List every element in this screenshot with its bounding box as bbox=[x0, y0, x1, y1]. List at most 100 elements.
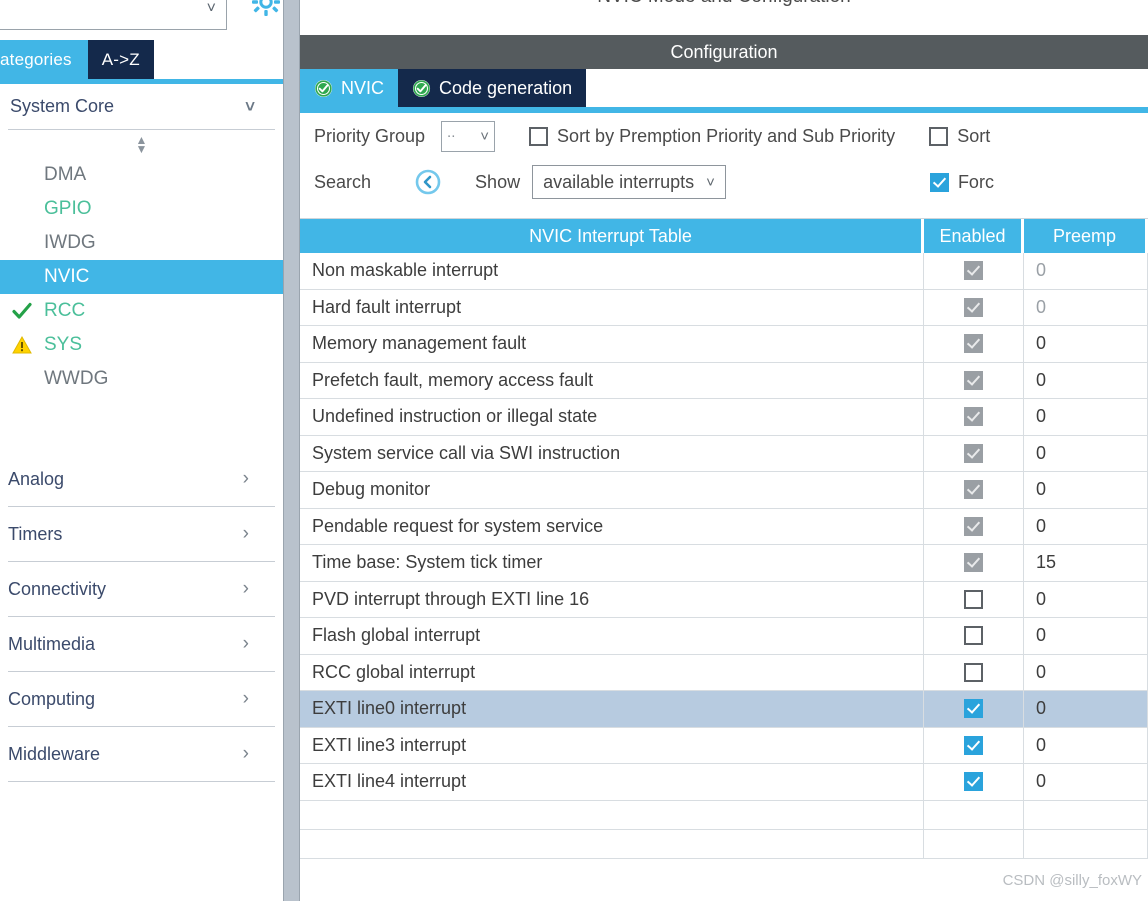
enabled-cell[interactable] bbox=[924, 691, 1024, 727]
sidebar-item-label: RCC bbox=[44, 300, 86, 321]
options-area: Priority Group .. ˅ Sort by Premption Pr… bbox=[300, 113, 1148, 205]
table-row[interactable]: RCC global interrupt 0 bbox=[300, 654, 1148, 691]
preempt-priority: 0 bbox=[1024, 253, 1148, 289]
tab-nvic[interactable]: NVIC bbox=[300, 69, 399, 107]
sidebar-category-connectivity[interactable]: Connectivity › bbox=[0, 562, 283, 617]
enabled-cell[interactable] bbox=[924, 289, 1024, 325]
table-row[interactable]: Memory management fault 0 bbox=[300, 326, 1148, 363]
table-header-name[interactable]: NVIC Interrupt Table bbox=[300, 219, 924, 253]
search-collapse-icon[interactable] bbox=[415, 169, 441, 195]
enabled-cell[interactable] bbox=[924, 581, 1024, 617]
tab-categories[interactable]: ategories bbox=[0, 40, 88, 79]
sidebar-item-nvic[interactable]: NVIC bbox=[0, 260, 283, 294]
page-title: NVIC Mode and Configuration bbox=[300, 0, 1148, 24]
table-header-enabled[interactable]: Enabled bbox=[924, 219, 1024, 253]
search-show-row: Search Show available interrupts ˅ Forc bbox=[300, 159, 1148, 205]
table-header-preempt[interactable]: Preemp bbox=[1024, 219, 1148, 253]
sidebar-category-analog[interactable]: Analog › bbox=[0, 452, 283, 507]
sidebar-category-label: Timers bbox=[8, 523, 63, 544]
enabled-cell[interactable] bbox=[924, 727, 1024, 763]
sidebar-item-sys[interactable]: SYS bbox=[0, 328, 283, 362]
checkbox-box bbox=[964, 370, 983, 390]
gear-icon[interactable] bbox=[252, 0, 280, 16]
sidebar-item-label: WWDG bbox=[44, 368, 109, 389]
interrupt-name: Pendable request for system service bbox=[300, 508, 924, 544]
priority-group-select[interactable]: .. ˅ bbox=[441, 120, 496, 152]
chevron-right-icon: › bbox=[242, 578, 249, 599]
interrupt-name: Flash global interrupt bbox=[300, 618, 924, 654]
table-row[interactable]: EXTI line4 interrupt 0 bbox=[300, 764, 1148, 801]
nvic-interrupt-table: NVIC Interrupt Table Enabled Preemp Non … bbox=[300, 218, 1148, 859]
chevron-down-icon: ˅ bbox=[706, 173, 715, 191]
enabled-cell[interactable] bbox=[924, 399, 1024, 435]
watermark: CSDN @silly_foxWY bbox=[1002, 872, 1142, 889]
empty-cell bbox=[300, 800, 924, 829]
tab-a-to-z[interactable]: A->Z bbox=[87, 40, 154, 79]
enabled-cell[interactable] bbox=[924, 253, 1024, 289]
sidebar-item-label: IWDG bbox=[44, 232, 96, 253]
preempt-priority: 0 bbox=[1024, 326, 1148, 362]
enabled-cell[interactable] bbox=[924, 764, 1024, 800]
sidebar-body: System Core ˅ ▲ ▼ DMA GPIO IWDG NVIC RCC… bbox=[0, 84, 283, 782]
divider bbox=[8, 781, 275, 782]
mcu-selector-combo[interactable]: ˅ bbox=[0, 0, 227, 30]
enabled-cell[interactable] bbox=[924, 508, 1024, 544]
empty-cell bbox=[300, 829, 924, 858]
spinner-down-icon: ▼ bbox=[135, 142, 148, 156]
sidebar-category-multimedia[interactable]: Multimedia › bbox=[0, 617, 283, 672]
checkbox-box bbox=[964, 662, 983, 682]
table-row[interactable]: Debug monitor 0 bbox=[300, 472, 1148, 509]
interrupt-name: Memory management fault bbox=[300, 326, 924, 362]
chevron-down-icon: ˅ bbox=[206, 0, 216, 17]
scroll-spinner[interactable]: ▲ ▼ bbox=[0, 130, 283, 158]
table-row[interactable]: Flash global interrupt 0 bbox=[300, 618, 1148, 655]
sidebar-item-gpio[interactable]: GPIO bbox=[0, 192, 283, 226]
check-icon bbox=[12, 294, 32, 328]
panel-scrollbar-gutter[interactable] bbox=[283, 0, 300, 901]
checkbox-box bbox=[964, 334, 983, 354]
sidebar-category-middleware[interactable]: Middleware › bbox=[0, 727, 283, 782]
sort-secondary-checkbox[interactable]: Sort bbox=[929, 126, 990, 147]
checkbox-box bbox=[964, 735, 983, 755]
sort-premption-label: Sort by Premption Priority and Sub Prior… bbox=[557, 125, 896, 146]
enabled-cell[interactable] bbox=[924, 362, 1024, 398]
table-row[interactable]: Non maskable interrupt 0 bbox=[300, 253, 1148, 290]
component-sidebar: ˅ ategories A->Z System Core ˅ ▲ ▼ DMA G… bbox=[0, 0, 283, 901]
sidebar-item-dma[interactable]: DMA bbox=[0, 158, 283, 192]
sidebar-group-system-core[interactable]: System Core ˅ bbox=[0, 84, 283, 129]
sidebar-category-computing[interactable]: Computing › bbox=[0, 672, 283, 727]
interrupt-name: Prefetch fault, memory access fault bbox=[300, 362, 924, 398]
chevron-right-icon: › bbox=[242, 743, 249, 764]
table-row[interactable]: Undefined instruction or illegal state 0 bbox=[300, 399, 1148, 436]
sidebar-category-timers[interactable]: Timers › bbox=[0, 507, 283, 562]
show-select[interactable]: available interrupts ˅ bbox=[532, 165, 726, 199]
enabled-cell[interactable] bbox=[924, 618, 1024, 654]
table-row[interactable]: EXTI line3 interrupt 0 bbox=[300, 727, 1148, 764]
enabled-cell[interactable] bbox=[924, 435, 1024, 471]
tab-code-generation[interactable]: Code generation bbox=[398, 69, 587, 107]
enabled-cell[interactable] bbox=[924, 654, 1024, 690]
configuration-band: Configuration bbox=[300, 35, 1148, 69]
sidebar-item-iwdg[interactable]: IWDG bbox=[0, 226, 283, 260]
interrupt-name: PVD interrupt through EXTI line 16 bbox=[300, 581, 924, 617]
table-row[interactable]: EXTI line0 interrupt 0 bbox=[300, 691, 1148, 728]
enabled-cell[interactable] bbox=[924, 326, 1024, 362]
priority-group-value: .. bbox=[447, 124, 456, 141]
sidebar-item-rcc[interactable]: RCC bbox=[0, 294, 283, 328]
table-row[interactable]: System service call via SWI instruction … bbox=[300, 435, 1148, 472]
sidebar-item-wwdg[interactable]: WWDG bbox=[0, 362, 283, 396]
sidebar-item-label: DMA bbox=[44, 164, 87, 185]
enabled-cell[interactable] bbox=[924, 472, 1024, 508]
table-row[interactable]: PVD interrupt through EXTI line 16 0 bbox=[300, 581, 1148, 618]
sort-premption-checkbox[interactable]: Sort by Premption Priority and Sub Prior… bbox=[529, 126, 895, 147]
sidebar-item-label: GPIO bbox=[44, 198, 92, 219]
table-row[interactable]: Hard fault interrupt 0 bbox=[300, 289, 1148, 326]
checkbox-box bbox=[964, 589, 983, 609]
warning-icon bbox=[12, 328, 32, 362]
force-enable-checkbox[interactable]: Forc bbox=[929, 172, 994, 193]
table-row[interactable]: Pendable request for system service 0 bbox=[300, 508, 1148, 545]
enabled-cell[interactable] bbox=[924, 545, 1024, 581]
chevron-right-icon: › bbox=[242, 633, 249, 654]
table-row[interactable]: Time base: System tick timer 15 bbox=[300, 545, 1148, 582]
table-row[interactable]: Prefetch fault, memory access fault 0 bbox=[300, 362, 1148, 399]
